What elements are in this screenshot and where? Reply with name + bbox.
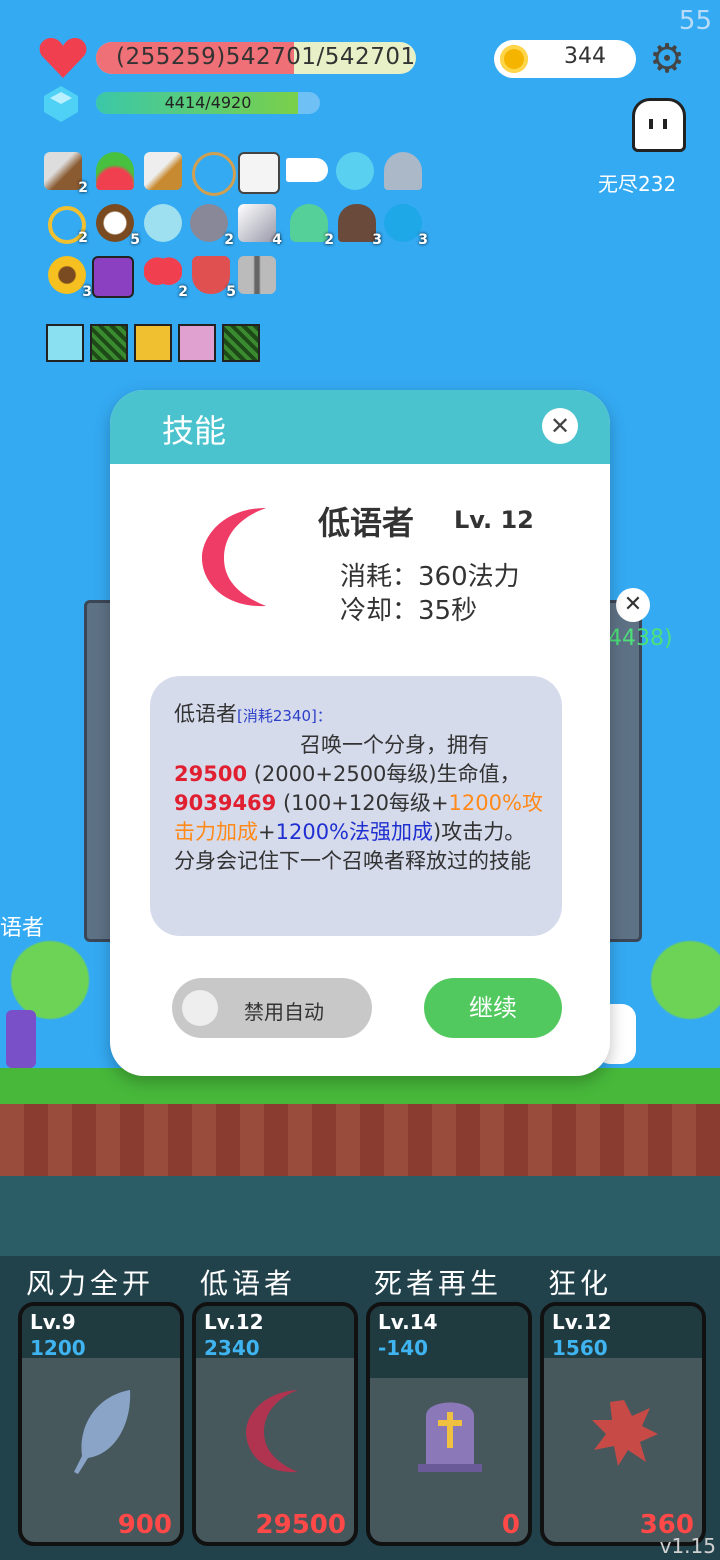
poison-buff-icon [90,324,128,362]
background-close-icon[interactable]: ✕ [616,588,650,622]
card-value: 29500 [255,1510,346,1540]
mana-crystal-icon [44,86,78,122]
door-icon[interactable]: 3 [338,204,382,248]
card-value: 900 [117,1510,172,1540]
speech-bubble-icon[interactable] [336,152,374,190]
potion-icon[interactable] [144,204,182,242]
skill-card-wind[interactable]: Lv.9 1200 900 [18,1302,184,1546]
card-cost: 2340 [204,1336,260,1360]
skill-title-3: 死者再生 [374,1267,503,1300]
poison-buff-2-icon [222,324,260,362]
gear-icon[interactable]: ⚙ [646,38,688,80]
card-level: Lv.12 [204,1310,264,1334]
skill-name: 低语者 [318,504,415,542]
rage-splat-icon [592,1400,658,1466]
shield-icon[interactable]: 5 [192,256,236,300]
atk-value: 9039469 [174,791,277,815]
version-label: v1.15 [659,1534,716,1558]
face-buff-icon [134,324,172,362]
ground-band [0,1176,720,1256]
spell-bonus: 1200%法强加成 [275,820,434,844]
hp-value: 29500 [174,762,248,786]
bow-icon[interactable] [192,152,236,196]
desc-line1: 召唤一个分身，拥有 [300,733,489,757]
feather-icon [74,1390,131,1474]
skill-card-whisperer[interactable]: Lv.12 2340 29500 [192,1302,358,1546]
card-value: 0 [501,1510,520,1540]
card-cost: 1200 [30,1336,86,1360]
continue-button[interactable]: 继续 [424,978,562,1038]
axe-icon[interactable] [238,256,276,294]
skill-title-1: 风力全开 [26,1267,155,1300]
mp-text: 4414/4920 [164,93,252,112]
moon-icon [246,1390,298,1473]
coin-count: 344 [564,44,606,69]
skill-dialog: 技能 ✕ 低语者 Lv. 12 消耗：360法力 冷却：35秒 低语者[消耗23… [110,390,610,1076]
viking-helmet-icon[interactable] [384,152,422,190]
coin-icon [500,45,528,73]
ring-icon[interactable]: 2 [48,206,88,246]
ghost-icon[interactable] [632,98,686,152]
spirit-icon[interactable]: 2 [290,204,334,248]
desc-head: 低语者 [174,702,237,726]
card-cost: 1560 [552,1336,608,1360]
purple-box-icon[interactable] [92,256,134,298]
double-heart-icon[interactable]: 2 [144,256,188,300]
close-icon[interactable]: ✕ [542,408,578,444]
card-cost: -140 [378,1336,429,1360]
toggle-knob[interactable] [182,990,218,1026]
skill-card-berserk[interactable]: Lv.12 1560 360 [540,1302,706,1546]
skill-title-2: 低语者 [200,1267,297,1300]
moon-icon [202,508,266,607]
ground-dirt [0,1104,720,1176]
dice-icon[interactable] [238,152,280,194]
hp-text: (255259)542701/542701 [116,44,416,70]
mace-icon[interactable]: 2 [190,204,234,248]
pink-buff-icon [178,324,216,362]
background-value: 4438) [608,626,673,651]
fps-counter: 55 [678,6,712,36]
claw-icon[interactable]: 4 [238,204,282,248]
skill-cost: 消耗：360法力 [340,562,520,592]
coconut-icon[interactable]: 5 [96,204,140,248]
skill-cooldown: 冷却：35秒 [340,596,478,626]
toggle-label: 禁用自动 [244,1000,324,1024]
skill-card-resurrect[interactable]: Lv.14 -140 0 [366,1302,532,1546]
tombstone-icon [418,1402,482,1472]
card-level: Lv.9 [30,1310,76,1334]
card-level: Lv.12 [552,1310,612,1334]
skill-description: 低语者[消耗2340]： 召唤一个分身，拥有 29500 (2000+2500每… [174,700,546,876]
skill-title-4: 狂化 [548,1267,613,1300]
sunflower-icon[interactable]: 3 [48,256,92,300]
blue-gem-icon[interactable]: 3 [384,204,428,248]
great-sword-icon[interactable] [144,152,182,190]
heart-icon [39,38,87,78]
atk-formula: (100+120每级 [276,791,431,815]
enemy-character [6,1010,36,1068]
side-label: 语者 [0,916,45,941]
desc-tag: [消耗2340]： [237,707,332,725]
endless-level-label: 无尽232 [598,172,677,196]
card-level: Lv.14 [378,1310,438,1334]
hp-formula: (2000+2500每级)生命值， [247,762,521,786]
light-buff-icon [46,324,84,362]
plus1: + [430,791,449,815]
arrow-icon[interactable] [286,158,328,182]
skill-level: Lv. 12 [454,506,534,534]
dialog-title: 技能 [162,412,227,450]
sword-icon[interactable]: 2 [44,152,88,196]
watermelon-icon[interactable] [96,152,134,190]
plus2: + [258,820,276,844]
